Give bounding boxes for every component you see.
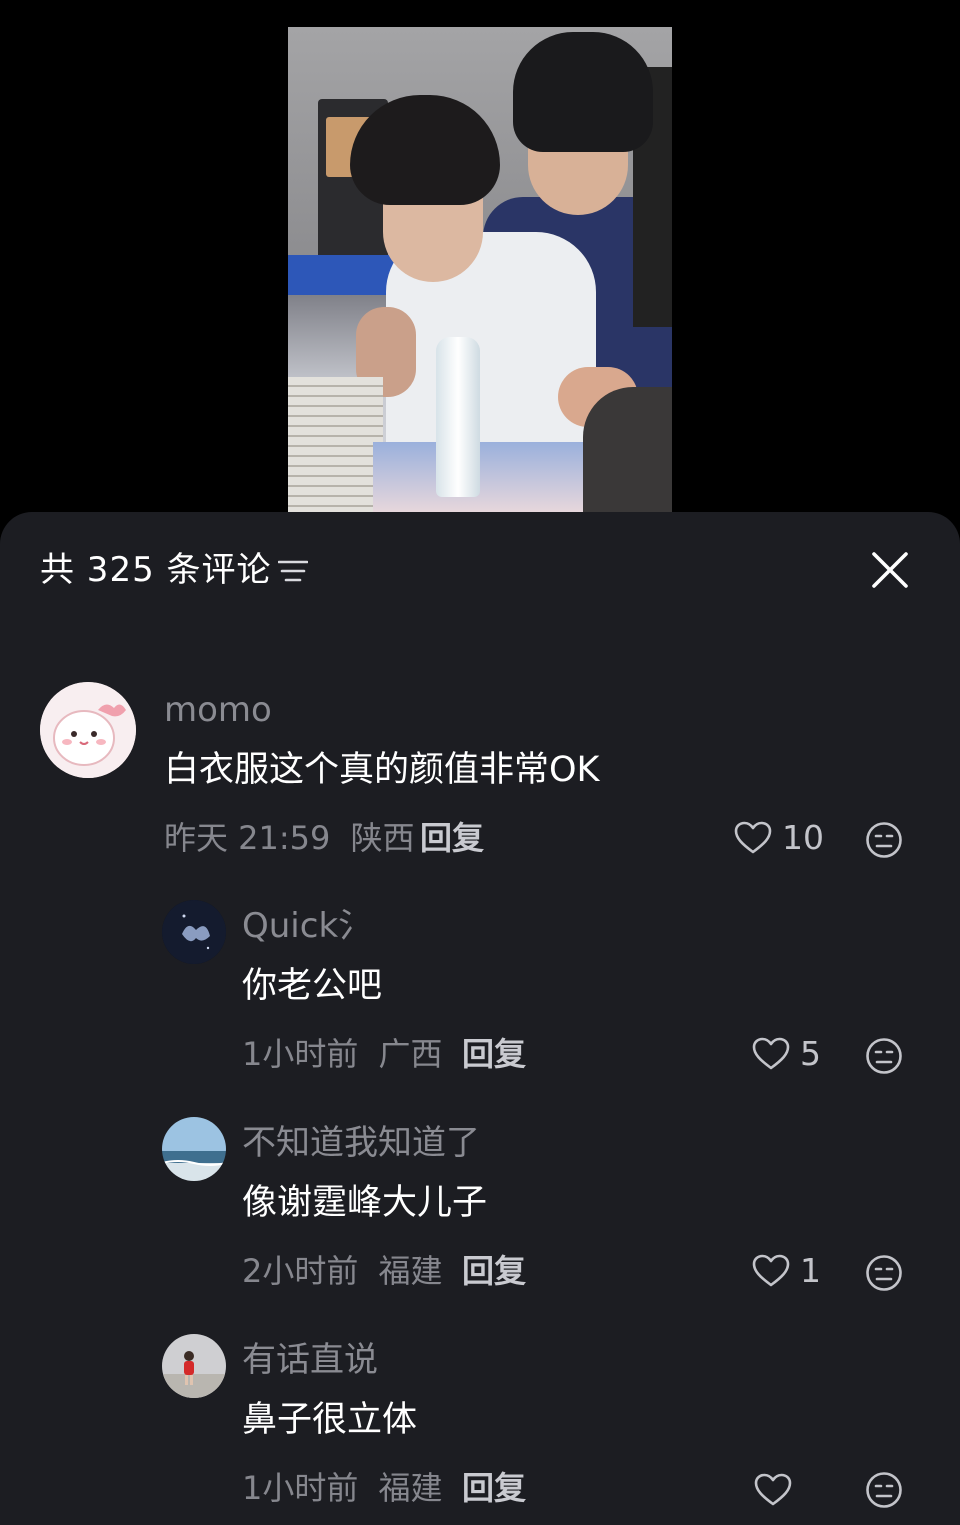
comment-text: 白衣服这个真的颜值非常OK <box>164 750 600 790</box>
avatar[interactable] <box>162 1334 226 1398</box>
comment-location: 福建 <box>378 1469 443 1507</box>
video-person-back-hair <box>513 32 653 152</box>
like-button[interactable]: 10 <box>734 816 824 860</box>
comment-location: 广西 <box>378 1035 443 1073</box>
like-count: 1 <box>800 1251 821 1290</box>
video-water-bottle <box>436 337 480 497</box>
username[interactable]: 不知道我知道了 <box>242 1123 480 1163</box>
comment-time: 1小时前 <box>242 1035 359 1073</box>
comment-sheet: 共 325 条评论 momo 白衣服这个真的颜值非常OK 昨天 21:59 陕西… <box>0 512 960 1525</box>
avatar-child-icon <box>162 1334 226 1398</box>
avatar[interactable] <box>162 900 226 964</box>
video-area[interactable] <box>0 0 960 560</box>
like-button[interactable]: 5 <box>752 1032 821 1076</box>
video-thumbnail[interactable] <box>288 27 672 512</box>
avatar-seascape-icon <box>162 1117 226 1181</box>
like-button[interactable]: 1 <box>752 1249 821 1293</box>
reply-button[interactable]: 回复 <box>420 818 484 858</box>
comment-meta: 1小时前 广西 <box>242 1034 443 1074</box>
comment-location: 福建 <box>378 1252 443 1290</box>
comment-sheet-header: 共 325 条评论 <box>0 512 960 632</box>
reply-item: Quick氵 你老公吧 1小时前 广西 回复 5 <box>0 898 960 1078</box>
comment-text: 像谢霆峰大儿子 <box>242 1183 488 1223</box>
reply-item: 有话直说 鼻子很立体 1小时前 福建 回复 <box>0 1332 960 1512</box>
dislike-face-icon[interactable] <box>864 1470 904 1510</box>
like-button[interactable] <box>754 1468 802 1512</box>
avatar[interactable] <box>40 682 136 778</box>
comment-time: 1小时前 <box>242 1469 359 1507</box>
avatar-cartoon-icon <box>40 682 136 778</box>
comment-location: 陕西 <box>350 819 415 857</box>
comment-text: 鼻子很立体 <box>242 1400 418 1440</box>
close-icon[interactable] <box>868 548 912 592</box>
app-root: 共 325 条评论 momo 白衣服这个真的颜值非常OK 昨天 21:59 陕西… <box>0 0 960 1525</box>
like-count: 5 <box>800 1034 821 1073</box>
comment-text: 你老公吧 <box>242 966 383 1006</box>
heart-icon <box>752 1254 790 1287</box>
dislike-face-icon[interactable] <box>864 1036 904 1076</box>
reply-item: 不知道我知道了 像谢霆峰大儿子 2小时前 福建 回复 1 <box>0 1115 960 1295</box>
dislike-face-icon[interactable] <box>864 1253 904 1293</box>
comment-time: 2小时前 <box>242 1252 359 1290</box>
like-count: 10 <box>782 818 824 857</box>
comment-item: momo 白衣服这个真的颜值非常OK 昨天 21:59 陕西 回复 10 <box>0 682 960 862</box>
avatar-butterfly-icon <box>162 900 226 964</box>
heart-icon <box>752 1037 790 1070</box>
heart-icon <box>754 1473 792 1506</box>
username[interactable]: Quick氵 <box>242 906 372 946</box>
reply-button[interactable]: 回复 <box>462 1034 526 1074</box>
comment-count-title: 共 325 条评论 <box>40 550 272 590</box>
avatar[interactable] <box>162 1117 226 1181</box>
heart-icon <box>734 821 772 854</box>
username[interactable]: 有话直说 <box>242 1340 378 1380</box>
video-foreground-head <box>583 387 672 512</box>
dislike-face-icon[interactable] <box>864 820 904 860</box>
comment-meta: 昨天 21:59 陕西 <box>164 818 415 858</box>
reply-button[interactable]: 回复 <box>462 1251 526 1291</box>
reply-button[interactable]: 回复 <box>462 1468 526 1508</box>
sort-filter-icon[interactable] <box>278 558 308 584</box>
comment-meta: 1小时前 福建 <box>242 1468 443 1508</box>
video-paper-stack <box>288 377 383 512</box>
comment-meta: 2小时前 福建 <box>242 1251 443 1291</box>
comment-time: 昨天 21:59 <box>164 819 331 857</box>
username[interactable]: momo <box>164 690 272 730</box>
